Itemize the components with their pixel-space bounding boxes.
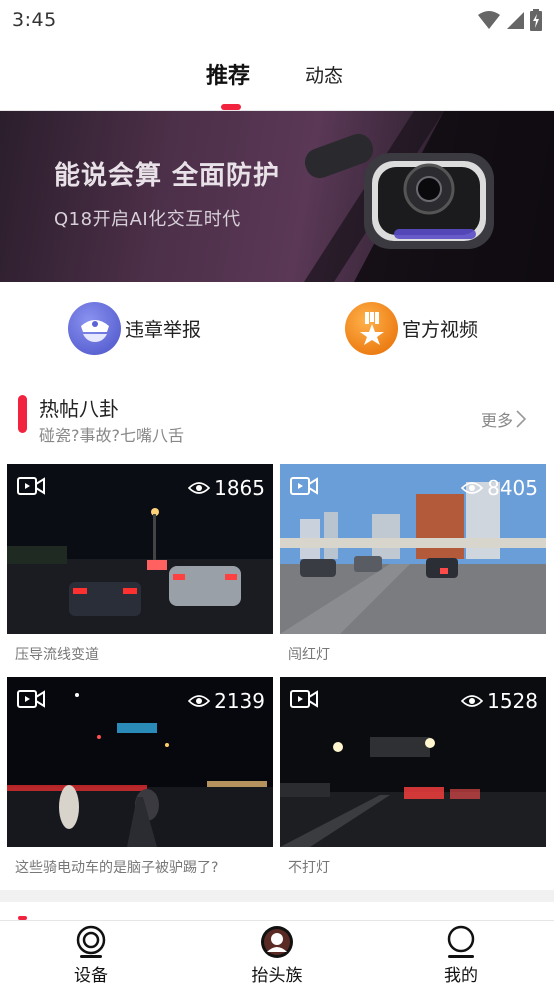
video-card[interactable]: 2139 这些骑电动车的是脑子被驴踢了? [7,677,273,877]
eye-icon [461,695,484,707]
view-count-value: 1865 [214,476,265,500]
video-card[interactable]: 1528 不打灯 [280,677,546,877]
video-camera-icon [17,477,45,495]
eye-icon [188,482,211,494]
video-caption: 这些骑电动车的是脑子被驴踢了? [15,860,219,876]
head-up-icon [261,926,293,958]
nav-item-device[interactable]: 设备 [46,925,136,984]
chevron-right-icon [516,410,527,428]
more-label: 更多 [481,411,514,430]
promo-banner[interactable]: 能说会算 全面防护 Q18开启AI化交互时代 [0,111,554,282]
quick-actions: 违章举报 官方视频 [0,282,554,382]
view-count-value: 2139 [214,689,265,713]
device-icon [76,925,106,958]
status-icons [478,9,542,31]
view-count: 2139 [188,689,265,713]
nav-label-profile: 我的 [444,966,478,984]
more-link[interactable]: 更多 [481,407,527,431]
view-count: 1528 [461,689,538,713]
video-caption: 压导流线变道 [15,647,99,663]
section-title: 热帖八卦 [39,397,119,421]
view-count: 8405 [461,476,538,500]
official-video-label: 官方视频 [402,319,479,341]
video-caption: 闯红灯 [288,647,330,663]
video-card[interactable]: 1865 压导流线变道 [7,464,273,664]
video-thumbnail: 1865 [7,464,273,634]
video-camera-icon [290,690,318,708]
wifi-icon [478,11,500,29]
view-count-value: 1528 [487,689,538,713]
eye-icon [188,695,211,707]
video-card[interactable]: 8405 闯红灯 [280,464,546,664]
nav-label-head-up: 抬头族 [251,966,303,984]
video-thumbnail: 8405 [280,464,546,634]
police-cap-icon [68,302,121,355]
profile-icon [447,925,475,958]
video-caption: 不打灯 [288,860,330,876]
top-tabs: 推荐 动态 [0,48,554,110]
battery-icon [530,9,542,31]
hot-posts-header: 热帖八卦 碰瓷?事故?七嘴八舌 更多 [0,385,554,455]
status-time: 3:45 [12,9,57,31]
nav-label-device: 设备 [74,966,108,984]
medal-star-icon [345,302,398,355]
next-section-peek [0,902,554,918]
view-count: 1865 [188,476,265,500]
video-thumbnail: 1528 [280,677,546,847]
dashcam-product-image [304,111,554,282]
section-subtitle: 碰瓷?事故?七嘴八舌 [39,426,184,445]
nav-item-head-up[interactable]: 抬头族 [232,925,322,984]
tab-recommend[interactable]: 推荐 [206,58,250,90]
bottom-nav: 设备 抬头族 我的 [0,920,554,984]
section-accent-bar [18,395,27,433]
violation-report-button[interactable]: 违章举报 [68,302,201,355]
nav-item-profile[interactable]: 我的 [416,925,506,984]
banner-title: 能说会算 全面防护 [54,161,281,191]
violation-report-label: 违章举报 [125,319,202,341]
eye-icon [461,482,484,494]
banner-subtitle: Q18开启AI化交互时代 [54,209,241,230]
signal-icon [507,12,524,29]
section-gap [0,890,554,902]
video-camera-icon [17,690,45,708]
view-count-value: 8405 [487,476,538,500]
video-thumbnail: 2139 [7,677,273,847]
official-video-button[interactable]: 官方视频 [345,302,478,355]
status-bar: 3:45 [0,0,554,40]
tab-dynamic[interactable]: 动态 [305,61,343,88]
video-camera-icon [290,477,318,495]
